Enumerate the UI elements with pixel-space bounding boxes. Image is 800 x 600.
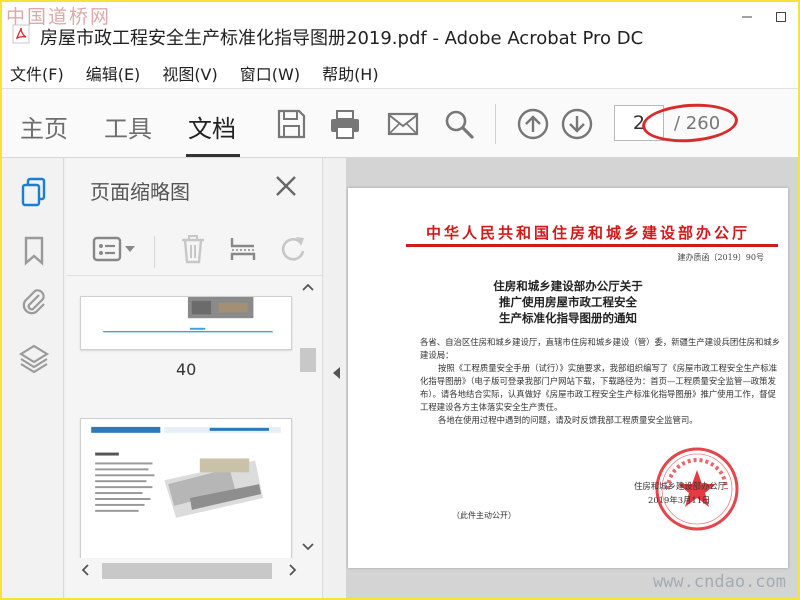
document-date: 2019年3月11日 bbox=[648, 495, 711, 505]
document-number: 建办质函〔2019〕90号 bbox=[677, 253, 764, 262]
menu-file[interactable]: 文件(F) bbox=[10, 61, 64, 85]
thumbnails-toolbar-divider bbox=[154, 236, 155, 268]
tab-tools[interactable]: 工具 bbox=[104, 109, 152, 144]
scrollbar-thumb[interactable] bbox=[300, 348, 316, 372]
salutation: 各省、自治区住房和城乡建设厅，直辖市住房和城乡建设（管）委，新疆生产建设兵团住房… bbox=[420, 337, 781, 360]
scrollbar-thumb[interactable] bbox=[102, 563, 272, 579]
thumbnail-page-number: 40 bbox=[176, 360, 197, 379]
menu-view[interactable]: 视图(V) bbox=[162, 61, 217, 85]
scroll-left-icon[interactable] bbox=[80, 563, 90, 577]
pdf-file-icon bbox=[12, 24, 30, 44]
issuer-divider bbox=[406, 244, 778, 247]
thumbnails-title: 页面缩略图 bbox=[90, 180, 190, 204]
pdf-page: 中华人民共和国住房和城乡建设部办公厅 建办质函〔2019〕90号 住房和城乡建设… bbox=[348, 188, 788, 568]
bookmarks-icon[interactable] bbox=[18, 234, 50, 266]
heading-line: 生产标准化指导图册的通知 bbox=[499, 311, 637, 325]
minimize-button[interactable] bbox=[730, 2, 764, 32]
heading-line: 推广使用房屋市政工程安全 bbox=[499, 295, 637, 309]
page-down-icon[interactable] bbox=[560, 107, 594, 141]
document-heading: 住房和城乡建设部办公厅关于 推广使用房屋市政工程安全 生产标准化指导图册的通知 bbox=[348, 278, 788, 326]
document-signature: 住房和城乡建设部办公厅 bbox=[634, 481, 727, 491]
navigation-rail bbox=[2, 158, 64, 598]
menu-bar: 文件(F) 编辑(E) 视图(V) 窗口(W) 帮助(H) bbox=[2, 58, 798, 88]
window-title: 房屋市政工程安全生产标准化指导图册2019.pdf - Adobe Acroba… bbox=[40, 28, 644, 49]
body-paragraph: 按照《工程质量安全手册（试行）》实施要求，我部组织编写了《房屋市政工程安全生产标… bbox=[420, 363, 778, 412]
close-icon[interactable] bbox=[272, 172, 300, 200]
scroll-down-icon[interactable] bbox=[301, 542, 315, 552]
mail-icon[interactable] bbox=[386, 107, 420, 141]
panel-collapse-handle[interactable] bbox=[322, 158, 346, 598]
page-thumbnail[interactable] bbox=[80, 418, 292, 558]
title-bar: 中国道桥网 房屋市政工程安全生产标准化指导图册2019.pdf - Adobe … bbox=[2, 2, 798, 58]
print-icon[interactable] bbox=[328, 107, 362, 141]
rotate-icon[interactable] bbox=[278, 234, 308, 264]
thumbnails-horizontal-scrollbar[interactable] bbox=[74, 558, 322, 582]
body-paragraph: 各地在使用过程中遇到的问题，请及时反馈我部工程质量安全监管司。 bbox=[438, 415, 698, 425]
page-thumbnail[interactable] bbox=[80, 296, 292, 350]
watermark-bottom: www.cndao.com bbox=[652, 572, 786, 592]
thumbnails-toolbar bbox=[66, 226, 322, 276]
maximize-button[interactable] bbox=[764, 2, 798, 32]
document-issuer: 中华人民共和国住房和城乡建设部办公厅 bbox=[425, 224, 750, 242]
extract-pages-icon[interactable] bbox=[228, 234, 258, 264]
toolbar-divider bbox=[495, 104, 496, 144]
disclosure-note: （此件主动公开） bbox=[452, 511, 516, 520]
thumbnails-panel: 页面缩略图 40 bbox=[66, 158, 322, 598]
document-view: 中华人民共和国住房和城乡建设部办公厅 建办质函〔2019〕90号 住房和城乡建设… bbox=[346, 158, 798, 598]
page-up-icon[interactable] bbox=[516, 107, 550, 141]
collapse-left-icon[interactable] bbox=[331, 366, 341, 380]
options-menu-icon[interactable] bbox=[92, 234, 138, 264]
scroll-up-icon[interactable] bbox=[301, 282, 315, 292]
menu-window[interactable]: 窗口(W) bbox=[240, 61, 300, 85]
delete-icon[interactable] bbox=[178, 234, 208, 264]
window-controls bbox=[730, 2, 798, 32]
tab-document[interactable]: 文档 bbox=[188, 109, 236, 144]
save-icon[interactable] bbox=[274, 107, 308, 141]
heading-line: 住房和城乡建设部办公厅关于 bbox=[493, 279, 643, 293]
thumbnail-list: 40 bbox=[66, 278, 322, 558]
scroll-right-icon[interactable] bbox=[288, 563, 298, 577]
tab-home[interactable]: 主页 bbox=[20, 109, 68, 144]
thumbnails-vertical-scrollbar[interactable] bbox=[296, 278, 318, 558]
attachments-icon[interactable] bbox=[18, 286, 50, 318]
menu-help[interactable]: 帮助(H) bbox=[322, 61, 379, 85]
menu-edit[interactable]: 编辑(E) bbox=[86, 61, 141, 85]
search-icon[interactable] bbox=[442, 107, 476, 141]
page-thumbnails-icon[interactable] bbox=[18, 176, 50, 208]
document-body: 各省、自治区住房和城乡建设厅，直辖市住房和城乡建设（管）委，新疆生产建设兵团住房… bbox=[420, 336, 784, 427]
layers-icon[interactable] bbox=[18, 342, 50, 374]
active-tab-indicator bbox=[186, 154, 240, 157]
